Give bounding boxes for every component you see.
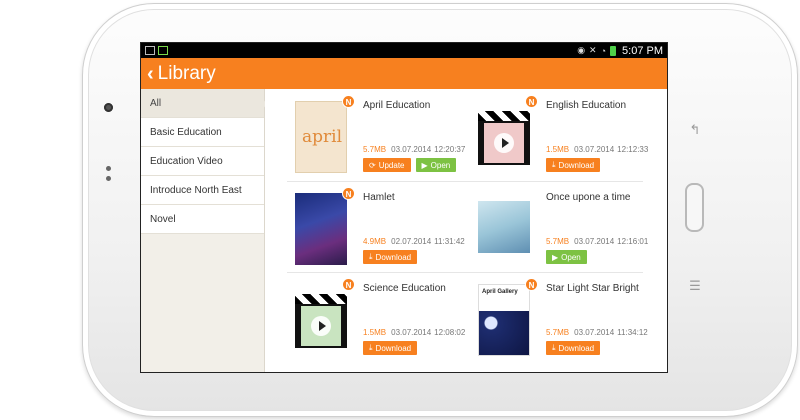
- book-date: 03.07.2014: [391, 145, 432, 154]
- sidebar-item-label: Basic Education: [150, 126, 222, 138]
- book-date: 03.07.2014: [574, 237, 615, 246]
- book-title[interactable]: Once upone a time: [546, 192, 631, 203]
- page-title: Library: [157, 62, 216, 84]
- book-title[interactable]: April Education: [363, 100, 430, 111]
- book-date: 03.07.2014: [574, 145, 615, 154]
- book-card[interactable]: N Hamlet 4.9MB 02.07.2014 11:31:42 ⤓ Downlo…: [287, 187, 467, 273]
- book-cover[interactable]: [478, 201, 530, 253]
- book-card[interactable]: april N April Education 5.7MB 03.07.2014 1…: [287, 95, 467, 181]
- hardware-back-icon[interactable]: ↰: [688, 122, 702, 138]
- cover-title: april: [302, 127, 342, 147]
- book-meta: 5.7MB 03.07.2014 12:16:01: [546, 237, 648, 246]
- download-button[interactable]: ⤓ Download: [363, 341, 418, 355]
- download-button[interactable]: ⤓ Download: [546, 158, 601, 172]
- book-meta: 1.5MB 03.07.2014 12:08:02: [363, 328, 465, 337]
- sidebar-item-all[interactable]: All: [141, 89, 264, 118]
- download-icon: ⤓: [369, 252, 373, 261]
- book-time: 12:16:01: [617, 237, 649, 246]
- book-cover[interactable]: [295, 193, 347, 265]
- open-button[interactable]: ▶ Open: [415, 158, 457, 172]
- download-icon: ⤓: [552, 160, 556, 169]
- sidebar-item-novel[interactable]: Novel: [141, 205, 264, 234]
- file-size: 1.5MB: [363, 328, 387, 337]
- book-title[interactable]: Science Education: [363, 283, 446, 294]
- book-cover[interactable]: April Gallery: [478, 284, 530, 356]
- book-grid: april N April Education 5.7MB 03.07.2014 1…: [265, 89, 667, 372]
- category-sidebar: All Basic Education Education Video Intr…: [141, 89, 267, 372]
- video-cover[interactable]: [295, 284, 347, 356]
- wifi-icon: ◔: [600, 45, 607, 56]
- new-badge: N: [525, 278, 538, 291]
- battery-icon: [610, 45, 617, 56]
- book-date: 03.07.2014: [574, 328, 615, 337]
- download-icon: ⤓: [369, 343, 373, 352]
- book-card[interactable]: N English Education 1.5MB 03.07.2014 12:12…: [470, 95, 650, 181]
- sidebar-item-label: All: [150, 97, 162, 109]
- update-button[interactable]: ⟳ Update: [363, 158, 411, 172]
- file-size: 5.7MB: [546, 237, 570, 246]
- book-time: 12:08:02: [434, 328, 466, 337]
- book-title[interactable]: Hamlet: [363, 192, 395, 203]
- new-badge: N: [342, 187, 355, 200]
- book-title[interactable]: Star Light Star Bright: [546, 283, 639, 294]
- play-icon: [311, 316, 331, 336]
- new-badge: N: [525, 95, 538, 108]
- row-divider: [287, 181, 643, 182]
- gallery-notification-icon: [145, 46, 155, 55]
- file-size: 5.7MB: [546, 328, 570, 337]
- refresh-icon: ⟳: [369, 160, 376, 170]
- book-title[interactable]: English Education: [546, 100, 626, 111]
- file-size: 1.5MB: [546, 145, 570, 154]
- sidebar-item-education-video[interactable]: Education Video: [141, 147, 264, 176]
- sidebar-item-introduce-north-east[interactable]: Introduce North East: [141, 176, 264, 205]
- download-icon: ⤓: [552, 343, 556, 352]
- open-button[interactable]: ▶ Open: [546, 250, 587, 264]
- download-button[interactable]: ⤓ Download: [363, 250, 418, 264]
- book-card[interactable]: April Gallery N Star Light Star Bright 5…: [470, 278, 650, 364]
- book-date: 03.07.2014: [391, 328, 432, 337]
- new-badge: N: [342, 278, 355, 291]
- book-card[interactable]: N Science Education 1.5MB 03.07.2014 12:08…: [287, 278, 467, 364]
- book-card[interactable]: Once upone a time 5.7MB 03.07.2014 12:16:0…: [470, 187, 650, 273]
- new-badge: N: [342, 95, 355, 108]
- book-time: 12:20:37: [434, 145, 466, 154]
- hardware-menu-icon[interactable]: ☰: [688, 278, 702, 294]
- app-bar: ‹ Library: [141, 58, 667, 89]
- chevron-left-icon[interactable]: ‹: [147, 64, 154, 84]
- mute-icon: ✕: [589, 45, 597, 55]
- sidebar-item-basic-education[interactable]: Basic Education: [141, 118, 264, 147]
- play-circle-icon: ▶: [552, 252, 559, 262]
- file-size: 5.7MB: [363, 145, 387, 154]
- book-time: 12:12:33: [617, 145, 649, 154]
- play-circle-icon: ▶: [421, 160, 428, 170]
- eye-icon: ◉: [577, 45, 586, 55]
- sidebar-item-label: Introduce North East: [150, 184, 242, 196]
- video-cover[interactable]: [478, 101, 530, 173]
- book-meta: 4.9MB 02.07.2014 11:31:42: [363, 237, 465, 246]
- download-button[interactable]: ⤓ Download: [546, 341, 601, 355]
- front-camera: [104, 103, 113, 112]
- book-date: 02.07.2014: [391, 237, 432, 246]
- play-icon: [494, 133, 514, 153]
- status-time: 5:07 PM: [622, 44, 663, 57]
- book-cover[interactable]: april: [295, 101, 347, 173]
- book-meta: 5.7MB 03.07.2014 12:20:37: [363, 145, 465, 154]
- book-time: 11:34:12: [617, 328, 648, 337]
- sidebar-item-label: Novel: [150, 213, 176, 225]
- book-meta: 5.7MB 03.07.2014 11:34:12: [546, 328, 648, 337]
- screen-share-icon: [158, 46, 168, 55]
- file-size: 4.9MB: [363, 237, 387, 246]
- sensor-dot: [106, 166, 111, 171]
- screen: ◉ ✕ ◔ 5:07 PM ‹ Library All Basic Educat…: [140, 42, 668, 373]
- cover-title: April Gallery: [482, 289, 518, 295]
- hardware-home-button[interactable]: [685, 183, 704, 232]
- sidebar-item-label: Education Video: [150, 155, 223, 167]
- book-meta: 1.5MB 03.07.2014 12:12:33: [546, 145, 648, 154]
- sensor-dot: [106, 176, 111, 181]
- status-bar: ◉ ✕ ◔ 5:07 PM: [141, 43, 667, 58]
- book-time: 11:31:42: [434, 237, 465, 246]
